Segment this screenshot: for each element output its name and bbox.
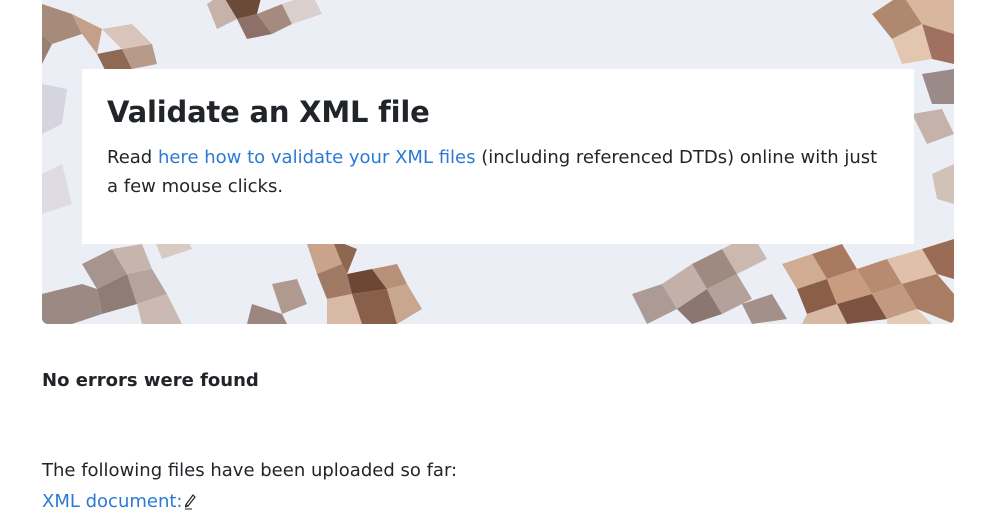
hero-banner: Validate an XML file Read here how to va… bbox=[42, 0, 954, 324]
validation-status: No errors were found bbox=[42, 370, 259, 391]
xml-document-label: XML document: bbox=[42, 491, 183, 512]
xml-document-link[interactable]: XML document: bbox=[42, 490, 196, 514]
page: Validate an XML file Read here how to va… bbox=[0, 0, 993, 526]
page-title: Validate an XML file bbox=[107, 95, 430, 129]
hero-card: Validate an XML file Read here how to va… bbox=[82, 69, 914, 244]
pencil-icon[interactable] bbox=[184, 494, 196, 510]
uploaded-files-intro: The following files have been uploaded s… bbox=[42, 460, 458, 481]
hero-text-before: Read bbox=[107, 147, 158, 168]
hero-description: Read here how to validate your XML files… bbox=[107, 143, 887, 201]
validation-help-link[interactable]: here how to validate your XML files bbox=[158, 147, 476, 168]
